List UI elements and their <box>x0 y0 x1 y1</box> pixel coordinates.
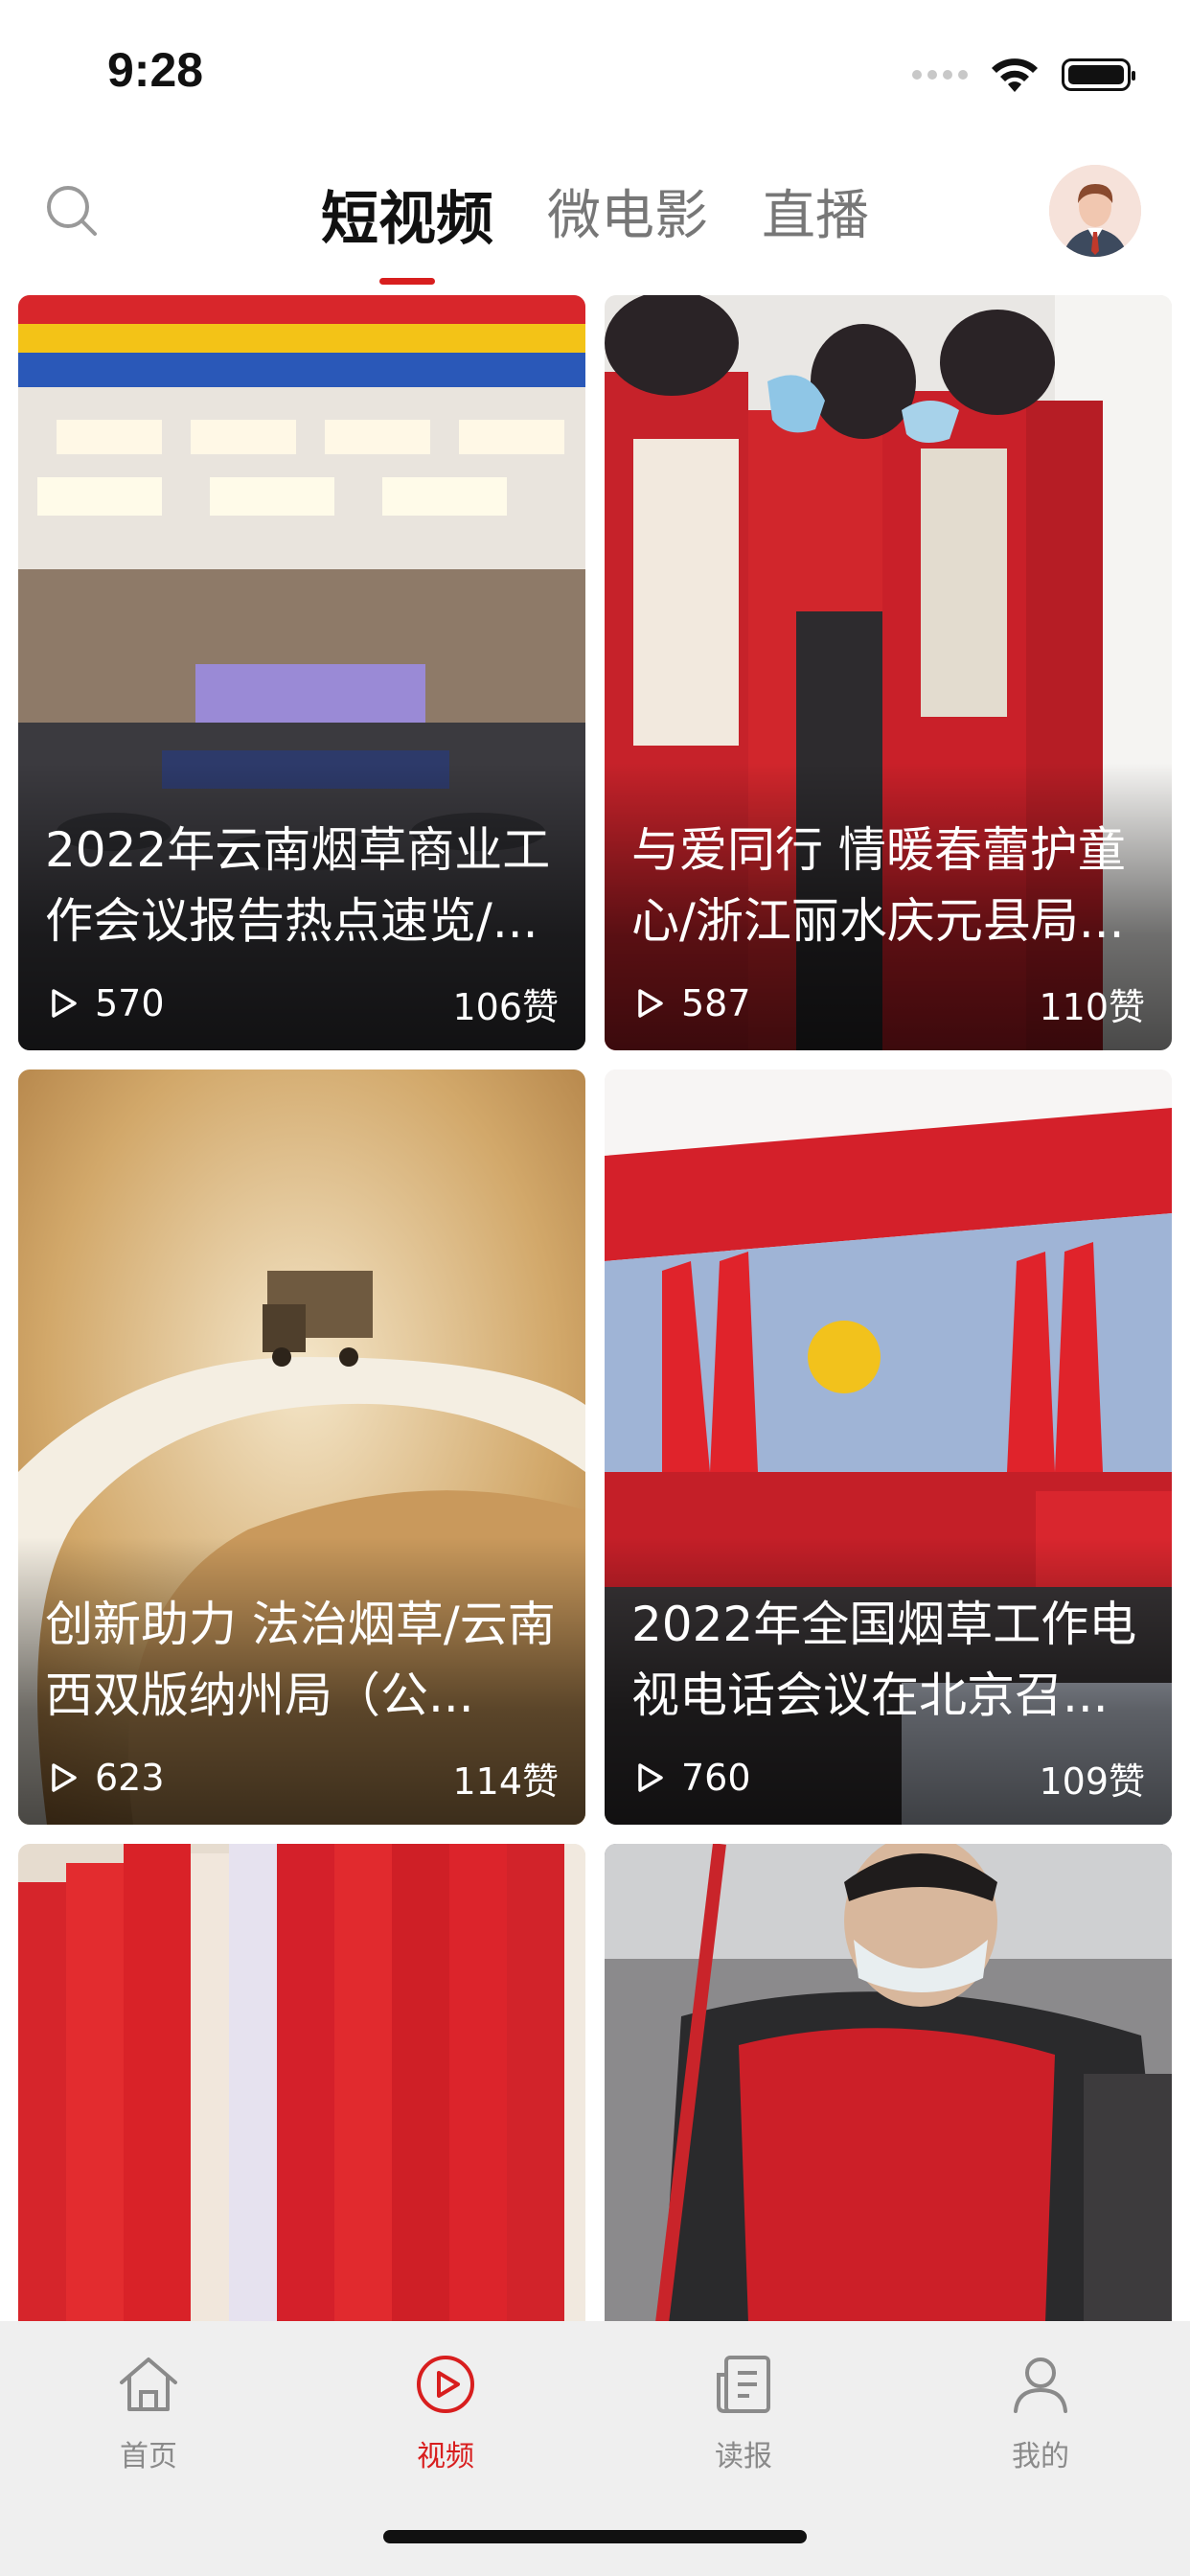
avatar[interactable] <box>1049 165 1141 257</box>
top-tabs: 短视频 微电影 直播 <box>321 172 869 285</box>
play-count: 623 <box>45 1757 165 1799</box>
video-meta: 570 106赞 <box>45 979 559 1028</box>
play-circle-icon <box>417 2356 474 2413</box>
tabbar-item-home[interactable]: 首页 <box>72 2350 225 2474</box>
like-count: 106赞 <box>452 985 559 1028</box>
video-card[interactable] <box>18 1844 585 2323</box>
tabbar-label: 首页 <box>120 2440 177 2473</box>
like-count: 109赞 <box>1039 1760 1145 1803</box>
video-title: 2022年云南烟草商业工作会议报告热点速览/... <box>45 822 551 949</box>
tabbar-item-profile[interactable]: 我的 <box>964 2350 1117 2474</box>
video-card[interactable]: 2022年云南烟草商业工作会议报告热点速览/... 570 106赞 <box>18 295 585 1050</box>
video-thumbnail-volunteer-man <box>605 1844 1172 2323</box>
home-indicator <box>383 2530 807 2543</box>
play-count: 570 <box>45 982 165 1024</box>
video-meta: 760 109赞 <box>631 1754 1145 1803</box>
signal-icon <box>912 70 968 80</box>
video-meta: 623 114赞 <box>45 1754 559 1803</box>
search-icon[interactable] <box>43 182 101 240</box>
tab-short-video[interactable]: 短视频 <box>321 172 493 285</box>
user-avatar-icon <box>1049 165 1141 257</box>
play-icon <box>52 1763 77 1792</box>
tabbar-label: 读报 <box>715 2440 772 2473</box>
like-count: 110赞 <box>1039 985 1145 1028</box>
video-card[interactable]: 与爱同行 情暖春蕾护童心/浙江丽水庆元县局... 587 110赞 <box>605 295 1172 1050</box>
play-count: 760 <box>631 1757 751 1799</box>
play-count-value: 570 <box>95 982 165 1024</box>
status-time: 9:28 <box>107 43 204 97</box>
header: 短视频 微电影 直播 <box>0 153 1190 288</box>
video-meta: 587 110赞 <box>631 979 1145 1028</box>
newspaper-icon <box>717 2356 770 2413</box>
play-count: 587 <box>631 982 751 1024</box>
tab-live[interactable]: 直播 <box>762 172 869 285</box>
like-count: 114赞 <box>452 1760 559 1803</box>
status-indicators <box>912 56 1135 94</box>
home-icon <box>120 2358 177 2411</box>
video-card[interactable] <box>605 1844 1172 2323</box>
tab-micro-film[interactable]: 微电影 <box>547 172 708 285</box>
battery-icon <box>1062 58 1135 91</box>
play-icon <box>638 1763 663 1792</box>
tabbar-label: 视频 <box>417 2440 474 2473</box>
video-title: 2022年全国烟草工作电视电话会议在北京召... <box>631 1597 1137 1723</box>
play-icon <box>52 989 77 1018</box>
wifi-icon <box>992 58 1038 92</box>
tabbar-item-newspaper[interactable]: 读报 <box>667 2350 820 2474</box>
bottom-tab-bar: 首页 视频 读报 我的 <box>0 2321 1190 2576</box>
video-card[interactable]: 创新助力 法治烟草/云南西双版纳州局（公... 623 114赞 <box>18 1070 585 1825</box>
status-bar: 9:28 <box>0 0 1190 144</box>
play-count-value: 623 <box>95 1757 165 1799</box>
video-title: 创新助力 法治烟草/云南西双版纳州局（公... <box>45 1597 556 1723</box>
tabbar-label: 我的 <box>1012 2440 1069 2473</box>
tabbar-item-video[interactable]: 视频 <box>369 2350 522 2474</box>
play-icon <box>638 989 663 1018</box>
play-count-value: 587 <box>681 982 751 1024</box>
video-title: 与爱同行 情暖春蕾护童心/浙江丽水庆元县局... <box>631 822 1126 949</box>
video-card[interactable]: 2022年全国烟草工作电视电话会议在北京召... 760 109赞 <box>605 1070 1172 1825</box>
play-count-value: 760 <box>681 1757 751 1799</box>
person-icon <box>1014 2358 1067 2413</box>
video-thumbnail-red-books <box>18 1844 585 2323</box>
